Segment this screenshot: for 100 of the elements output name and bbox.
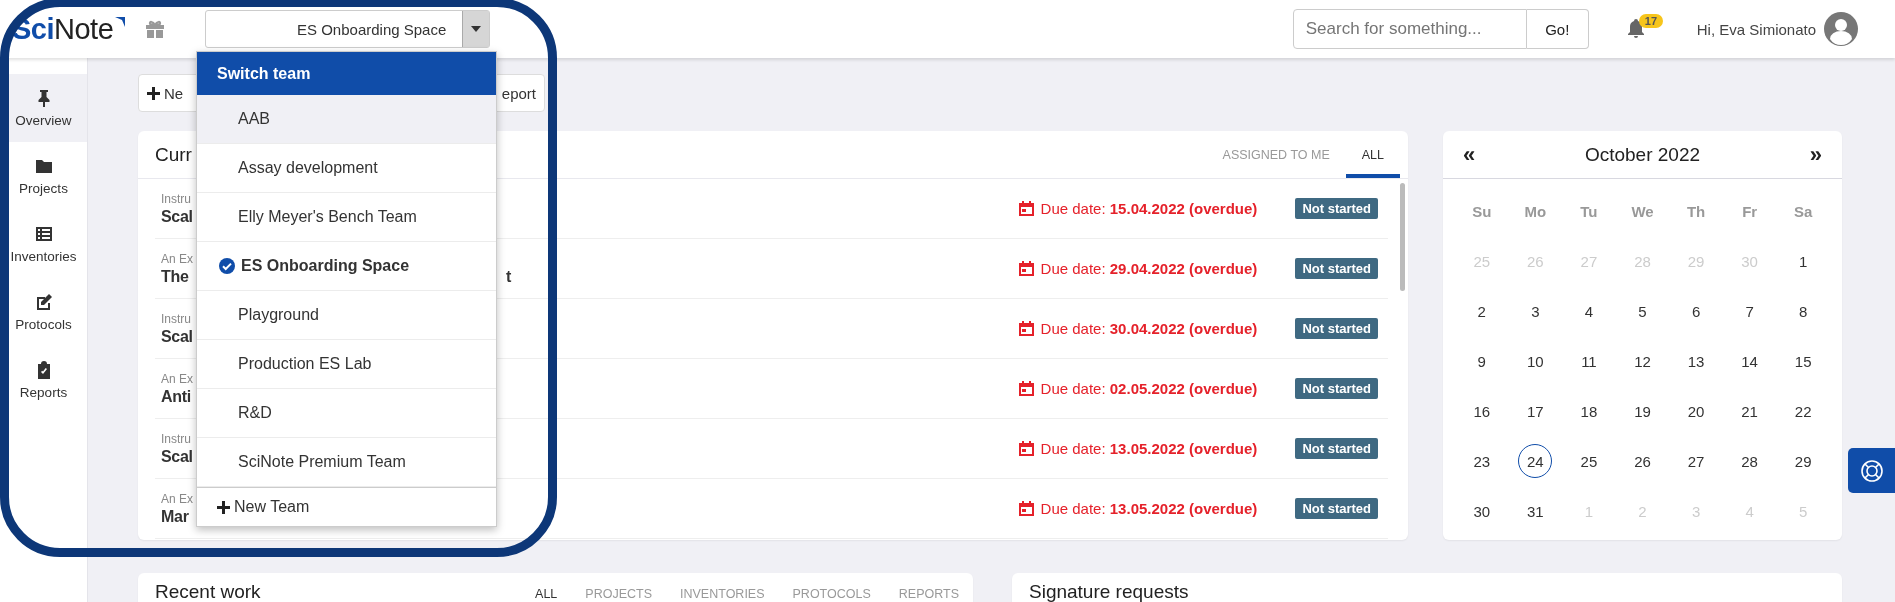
calendar-day[interactable]: 13 (1679, 344, 1714, 378)
calendar-icon (1018, 201, 1034, 216)
tab[interactable]: ALL (535, 587, 558, 602)
notification-count: 17 (1638, 14, 1664, 28)
month-title: October 2022 (1584, 143, 1701, 166)
calendar-day[interactable]: 25 (1571, 444, 1606, 478)
calendar-day[interactable]: 30 (1464, 494, 1499, 528)
team-option[interactable]: R&D (197, 389, 496, 438)
calendar-day[interactable]: 5 (1625, 294, 1660, 328)
weekday-label: Tu (1580, 202, 1598, 220)
task-title[interactable]: Scal (161, 207, 193, 226)
calendar-icon (1018, 501, 1034, 516)
caret-icon (462, 11, 490, 47)
calendar-icon (1018, 441, 1034, 456)
calendar-day[interactable]: 6 (1679, 294, 1714, 328)
team-option[interactable]: Assay development (197, 144, 496, 193)
status-label: Not started (1295, 438, 1378, 459)
task-title[interactable]: t (505, 267, 511, 286)
project-name: Instru (161, 191, 191, 206)
calendar-day[interactable]: 15 (1786, 344, 1821, 378)
team-option[interactable]: AAB (197, 95, 496, 144)
sidebar-item[interactable]: Inventories (0, 210, 87, 278)
due-date: Due date: 13.05.2022 (overdue) (1040, 440, 1258, 457)
task-title[interactable]: Scal (161, 447, 193, 466)
calendar-day[interactable]: 3 (1518, 294, 1553, 328)
go-button[interactable]: Go! (1526, 9, 1589, 49)
card-title: Recent work (155, 581, 261, 602)
bell-icon[interactable] (1626, 19, 1645, 39)
logo-mark-icon (115, 17, 126, 27)
calendar-day[interactable]: 26 (1625, 444, 1660, 478)
team-select[interactable]: ES Onboarding Space (205, 10, 491, 48)
calendar-day[interactable]: 18 (1571, 394, 1606, 428)
calendar-day[interactable]: 9 (1464, 344, 1499, 378)
plus-icon (217, 500, 230, 514)
project-name: An Ex (161, 371, 193, 386)
team-option[interactable]: ES Onboarding Space (197, 242, 496, 291)
calendar-day[interactable]: 23 (1464, 444, 1499, 478)
calendar-day[interactable]: 14 (1732, 344, 1767, 378)
user-greeting[interactable]: Hi, Eva Simionato (1696, 20, 1816, 38)
team-option[interactable]: Production ES Lab (197, 340, 496, 389)
edit-icon (34, 292, 53, 311)
project-name: An Ex (161, 491, 193, 506)
calendar-day[interactable]: 11 (1571, 344, 1606, 378)
help-button[interactable] (1848, 448, 1895, 493)
status-label: Not started (1295, 498, 1378, 519)
team-option[interactable]: Playground (197, 291, 496, 340)
due-date: Due date: 30.04.2022 (overdue) (1040, 320, 1258, 337)
calendar-day[interactable]: 22 (1786, 394, 1821, 428)
calendar-icon (1018, 261, 1034, 276)
calendar-day[interactable]: 2 (1464, 294, 1499, 328)
weekday-label: We (1631, 202, 1654, 220)
status-label: Not started (1295, 318, 1378, 339)
calendar-day[interactable]: 12 (1625, 344, 1660, 378)
weekday-label: Fr (1742, 202, 1758, 220)
calendar-day[interactable]: 8 (1786, 294, 1821, 328)
calendar-day[interactable]: 17 (1518, 394, 1553, 428)
calendar-day[interactable]: 7 (1732, 294, 1767, 328)
team-option[interactable]: Elly Meyer's Bench Team (197, 193, 496, 242)
status-label: Not started (1295, 378, 1378, 399)
tab[interactable]: ALL (1345, 131, 1400, 178)
sidebar-item[interactable]: Reports (0, 346, 87, 414)
project-name: Instru (161, 311, 191, 326)
task-title[interactable]: Scal (161, 327, 193, 346)
card-title: Curr (155, 143, 192, 166)
calendar-day[interactable]: 4 (1571, 294, 1606, 328)
team-option[interactable]: SciNote Premium Team (197, 438, 496, 487)
next-month-button[interactable]: » (1809, 141, 1822, 168)
sidebar-item[interactable]: Protocols (0, 278, 87, 346)
gift-icon[interactable] (145, 20, 166, 38)
calendar-day[interactable]: 27 (1679, 444, 1714, 478)
weekday-label: Su (1472, 202, 1492, 220)
search-field[interactable]: Search for something... (1292, 9, 1527, 49)
calendar-day[interactable]: 21 (1732, 394, 1767, 428)
calendar-day[interactable]: 19 (1625, 394, 1660, 428)
list-icon (34, 224, 53, 243)
sidebar-item[interactable]: Projects (0, 142, 87, 210)
weekday-label: Th (1686, 202, 1706, 220)
calendar-day[interactable]: 16 (1464, 394, 1499, 428)
check-icon (219, 258, 235, 274)
calendar-day[interactable]: 29 (1786, 444, 1821, 478)
lifebuoy-icon (1859, 458, 1884, 483)
status-label: Not started (1295, 198, 1378, 219)
due-date: Due date: 15.04.2022 (overdue) (1040, 200, 1258, 217)
calendar-day[interactable]: 20 (1679, 394, 1714, 428)
task-title[interactable]: Mar (161, 507, 189, 526)
calendar-day[interactable]: 28 (1732, 444, 1767, 478)
calendar-day[interactable]: 1 (1786, 244, 1821, 278)
previous-month-button[interactable]: « (1463, 141, 1476, 168)
calendar-icon (1018, 381, 1034, 396)
calendar-icon (1018, 321, 1034, 336)
due-date: Due date: 29.04.2022 (overdue) (1040, 260, 1258, 277)
task-title[interactable]: The (161, 267, 189, 286)
project-name: An Ex (161, 251, 193, 266)
calendar-day[interactable]: 10 (1518, 344, 1553, 378)
new-team-button[interactable]: New Team (197, 487, 496, 526)
weekday-label: Sa (1794, 202, 1813, 220)
scrollbar[interactable] (1400, 183, 1405, 291)
avatar-icon[interactable] (1824, 12, 1858, 46)
task-title[interactable]: Anti (161, 387, 191, 406)
calendar-day[interactable]: 31 (1518, 494, 1553, 528)
